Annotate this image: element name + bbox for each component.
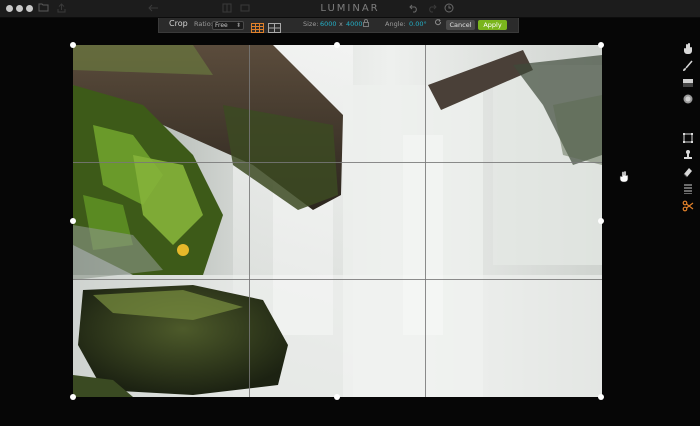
crop-tool-title: Crop bbox=[169, 19, 188, 28]
app-title: LUMINAR bbox=[320, 3, 380, 14]
rotate-icon[interactable] bbox=[435, 19, 442, 29]
hand-icon[interactable] bbox=[682, 42, 694, 54]
crop-handle-right[interactable] bbox=[598, 218, 604, 224]
waterfall-photo bbox=[73, 45, 602, 397]
width-value[interactable]: 6000 bbox=[320, 20, 337, 28]
history-icon[interactable] bbox=[444, 3, 454, 17]
size-times: x bbox=[339, 20, 343, 28]
gradient-icon[interactable] bbox=[682, 76, 694, 88]
height-value[interactable]: 4000 bbox=[346, 20, 363, 28]
photo-canvas[interactable] bbox=[73, 45, 602, 397]
grid-overlay-button[interactable] bbox=[268, 20, 281, 33]
grid-line-vertical-1 bbox=[249, 45, 250, 397]
grid-overlay-icon bbox=[268, 23, 281, 33]
thirds-grid-button[interactable] bbox=[251, 20, 264, 33]
scissors-icon[interactable] bbox=[682, 199, 694, 212]
ratio-select[interactable]: Free ⬍ bbox=[212, 21, 244, 30]
undo-icon[interactable] bbox=[409, 3, 419, 17]
grid-line-horizontal-1 bbox=[73, 162, 602, 163]
hand-cursor-icon bbox=[619, 170, 629, 183]
radial-mask-icon[interactable] bbox=[682, 92, 694, 104]
redo-icon[interactable] bbox=[427, 3, 437, 17]
crop-toolbar: Crop Ratio: Free ⬍ Size: 6000 x 4000 Ang… bbox=[158, 18, 519, 33]
luminar-window: LUMINAR Crop Ratio: Free ⬍ Size: 6000 x … bbox=[0, 0, 700, 426]
grid-line-vertical-2 bbox=[425, 45, 426, 397]
ratio-label: Ratio: bbox=[194, 20, 213, 28]
chevron-updown-icon: ⬍ bbox=[235, 22, 241, 29]
apply-button[interactable]: Apply bbox=[478, 20, 507, 30]
angle-label: Angle: bbox=[385, 20, 406, 28]
layers-icon[interactable] bbox=[682, 182, 694, 194]
grid-line-horizontal-2 bbox=[73, 279, 602, 280]
eraser-icon[interactable] bbox=[682, 165, 694, 178]
crop-handle-left[interactable] bbox=[70, 218, 76, 224]
clone-stamp-icon[interactable] bbox=[682, 148, 694, 160]
cancel-button[interactable]: Cancel bbox=[446, 20, 475, 30]
lock-ratio-icon[interactable] bbox=[363, 19, 369, 29]
size-label: Size: bbox=[303, 20, 319, 28]
crop-icon[interactable] bbox=[682, 131, 694, 143]
crop-handle-top-right[interactable] bbox=[598, 42, 604, 48]
thirds-grid-icon bbox=[251, 23, 264, 33]
crop-handle-bottom-left[interactable] bbox=[70, 394, 76, 400]
title-bar: LUMINAR bbox=[0, 0, 700, 18]
brush-icon[interactable] bbox=[682, 59, 694, 71]
angle-value[interactable]: 0.00° bbox=[409, 20, 427, 28]
crop-handle-bottom[interactable] bbox=[334, 394, 340, 400]
crop-handle-bottom-right[interactable] bbox=[598, 394, 604, 400]
ratio-select-value: Free bbox=[215, 22, 228, 29]
crop-handle-top[interactable] bbox=[334, 42, 340, 48]
crop-handle-top-left[interactable] bbox=[70, 42, 76, 48]
